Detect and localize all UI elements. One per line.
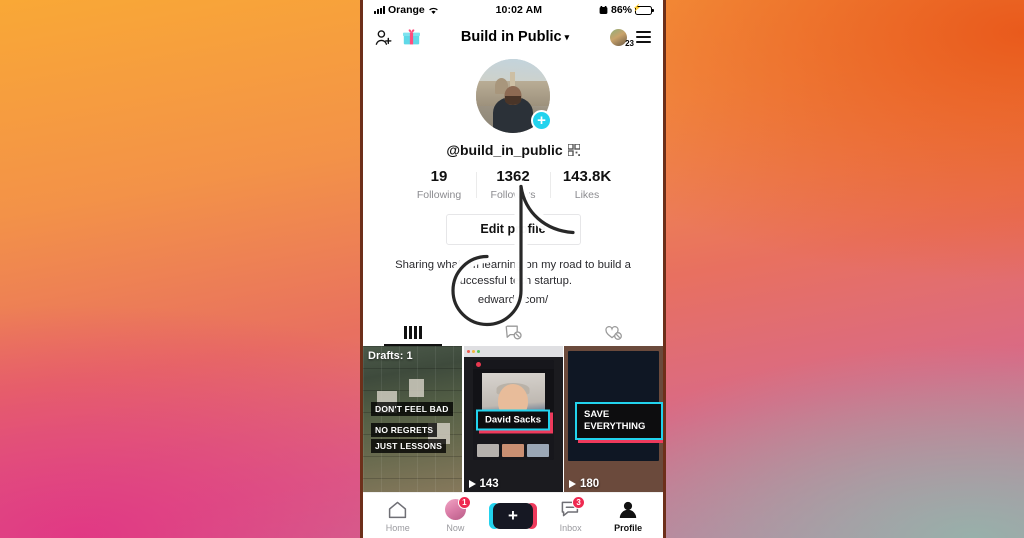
video-grid: Drafts: 1 DON'T FEEL BAD NO REGRETS JUST… [363,346,663,492]
profile-tabs [363,319,663,346]
tab-reposts[interactable] [463,319,563,346]
stat-following[interactable]: 19 Following [402,168,476,201]
profile-bio-link[interactable]: edwards.com/ [363,294,663,306]
play-count-3: 180 [569,478,599,490]
profile-bio: Sharing what I'm learning on my road to … [395,258,631,287]
aerial-texture [363,346,462,492]
status-bar-left: Orange [374,4,439,16]
nav-label: Now [446,522,465,533]
avatar-person-beard [505,96,521,105]
follow-plus-badge[interactable]: + [531,110,552,131]
signal-bars-icon [374,6,385,14]
nav-item-home[interactable]: Home [369,499,427,533]
browser-chrome-bar [463,346,563,358]
avatar-wrapper[interactable]: + [476,59,552,133]
header-right-actions: 23 [610,28,651,48]
nav-item-inbox[interactable]: 3 Inbox [542,495,600,533]
stat-label: Followers [490,188,536,201]
video-thumbnail-3[interactable]: SAVE EVERYTHING 180 [564,346,663,492]
carrier-label: Orange [388,4,425,16]
chevron-down-icon: ▾ [564,31,570,42]
battery-charging-icon: ⚡ [633,5,654,15]
stat-followers[interactable]: 1362 Followers [476,168,550,201]
phone-screen: Orange 10:02 AM 86% ⚡ Build in Public ▾ … [360,0,666,538]
caption-line-2: NO REGRETS [371,423,438,438]
player-header [472,360,554,370]
home-icon [388,499,407,521]
heart-locked-icon [604,325,622,340]
play-icon [569,480,576,489]
grid-icon [404,326,422,340]
clock-label: 10:02 AM [495,4,543,16]
nav-label: Inbox [559,522,582,533]
nav-item-create[interactable]: + [484,502,542,529]
nav-item-now[interactable]: 1 Now [427,496,485,533]
browser-dots [466,349,480,353]
video-title-overlay: David Sacks [476,409,550,431]
tab-posts[interactable] [363,319,463,346]
status-bar: Orange 10:02 AM 86% ⚡ [363,0,663,20]
related-thumbnails [476,444,550,458]
wifi-icon [428,7,438,14]
caption-line-1: DON'T FEEL BAD [371,402,453,417]
stat-label: Following [416,188,462,201]
bottom-navigation: Home 1 Now + 3 Inbox Profile [363,492,663,538]
nav-item-profile[interactable]: Profile [599,499,657,533]
page-title[interactable]: Build in Public ▾ [430,29,600,45]
add-person-icon[interactable] [375,29,392,46]
drafts-label: Drafts: 1 [368,350,413,363]
play-count-value: 143 [479,478,499,491]
video-thumbnail-2[interactable]: David Sacks 143 [463,346,563,492]
edit-profile-button[interactable]: Edit profile [445,213,581,245]
now-avatar-icon: 1 [444,496,471,521]
person-icon [619,499,637,521]
header-left-actions [375,29,420,46]
nav-label: Profile [614,522,643,533]
video-thumbnail-1[interactable]: Drafts: 1 DON'T FEEL BAD NO REGRETS JUST… [363,346,462,492]
stat-likes[interactable]: 143.8K Likes [550,168,624,201]
status-bar-right: 86% ⚡ [599,4,654,16]
hamburger-menu-icon[interactable] [636,31,651,43]
page-title-label: Build in Public [460,29,562,45]
now-badge: 1 [457,496,471,509]
battery-percent-label: 86% [610,4,632,16]
play-count-value: 180 [580,478,600,491]
video-title-overlay: SAVE EVERYTHING [575,402,663,441]
inbox-badge: 3 [572,495,586,509]
create-plus-button[interactable]: + [488,502,537,529]
tab-liked[interactable] [563,319,663,346]
profile-section: + @build_in_public 19 Following 1362 Fol… [363,54,663,306]
profile-stats: 19 Following 1362 Followers 143.8K Likes [363,168,663,201]
qr-code-icon[interactable] [567,144,580,156]
play-count-2: 143 [468,478,499,491]
gift-box-icon[interactable] [403,29,420,45]
play-icon [468,480,476,489]
app-header: Build in Public ▾ 23 [363,20,663,54]
nav-label: Home [385,522,410,533]
stat-value: 1362 [496,168,530,185]
player-footer [472,430,554,461]
stat-value: 143.8K [562,168,612,185]
inbox-message-icon: 3 [561,495,586,521]
alarm-clock-icon [599,5,608,14]
profile-username: @build_in_public [363,142,663,158]
repost-locked-icon [505,325,522,340]
header-avatar[interactable]: 23 [610,28,634,48]
building [408,378,425,397]
caption-line-3: JUST LESSONS [371,439,447,454]
header-avatar-badge: 23 [625,38,634,48]
username-label: @build_in_public [446,142,563,158]
stat-label: Likes [574,188,600,201]
stat-value: 19 [430,168,448,185]
